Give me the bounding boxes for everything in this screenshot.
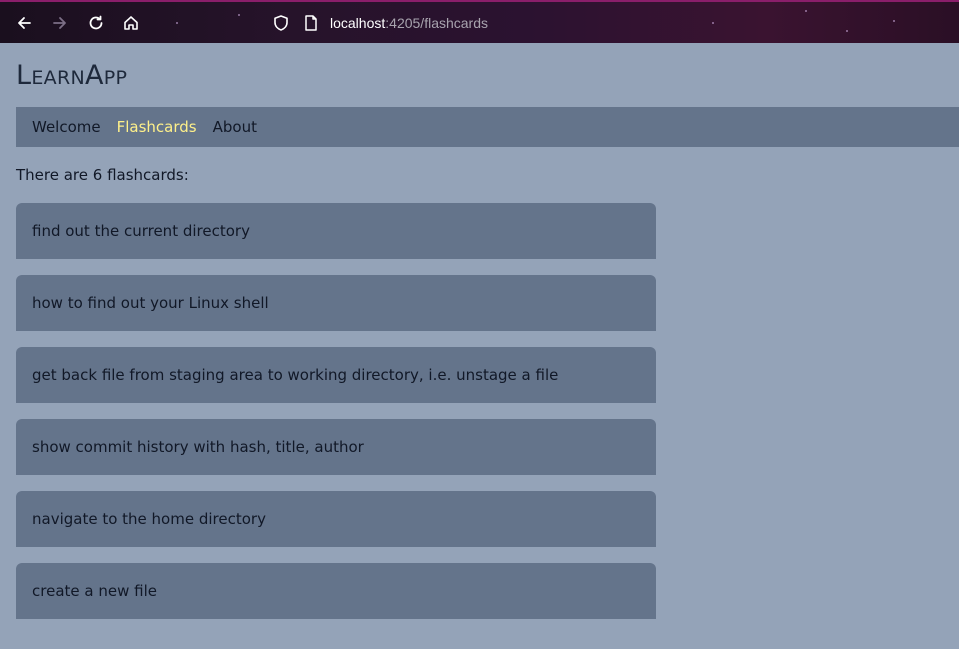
shield-icon[interactable] (272, 14, 290, 32)
forward-arrow-icon (53, 17, 66, 29)
flashcard[interactable]: how to find out your Linux shell (16, 275, 656, 331)
flashcard[interactable]: create a new file (16, 563, 656, 619)
back-arrow-icon (18, 17, 31, 29)
page-icon (305, 15, 317, 31)
nav-flashcards-link[interactable]: Flashcards (117, 118, 197, 136)
reload-icon (89, 15, 103, 30)
home-button[interactable] (118, 10, 144, 36)
flashcard[interactable]: get back file from staging area to worki… (16, 347, 656, 403)
back-button[interactable] (11, 10, 37, 36)
nav-welcome-link[interactable]: Welcome (32, 118, 101, 136)
main-nav: Welcome Flashcards About (16, 107, 959, 147)
reload-button[interactable] (83, 10, 109, 36)
flashcard-list: find out the current directory how to fi… (16, 203, 656, 635)
address-bar[interactable]: localhost:4205/flashcards (272, 10, 488, 36)
flashcard-count-text: There are 6 flashcards: (16, 166, 189, 184)
forward-button[interactable] (47, 10, 73, 36)
home-icon (124, 16, 138, 30)
nav-about-link[interactable]: About (213, 118, 257, 136)
url-host: localhost (330, 15, 386, 31)
flashcard[interactable]: show commit history with hash, title, au… (16, 419, 656, 475)
app-title: LearnApp (16, 60, 128, 91)
browser-toolbar: localhost:4205/flashcards (0, 0, 959, 43)
url-text[interactable]: localhost:4205/flashcards (330, 15, 488, 31)
url-path: :4205/flashcards (385, 15, 488, 31)
flashcard[interactable]: navigate to the home directory (16, 491, 656, 547)
flashcard[interactable]: find out the current directory (16, 203, 656, 259)
